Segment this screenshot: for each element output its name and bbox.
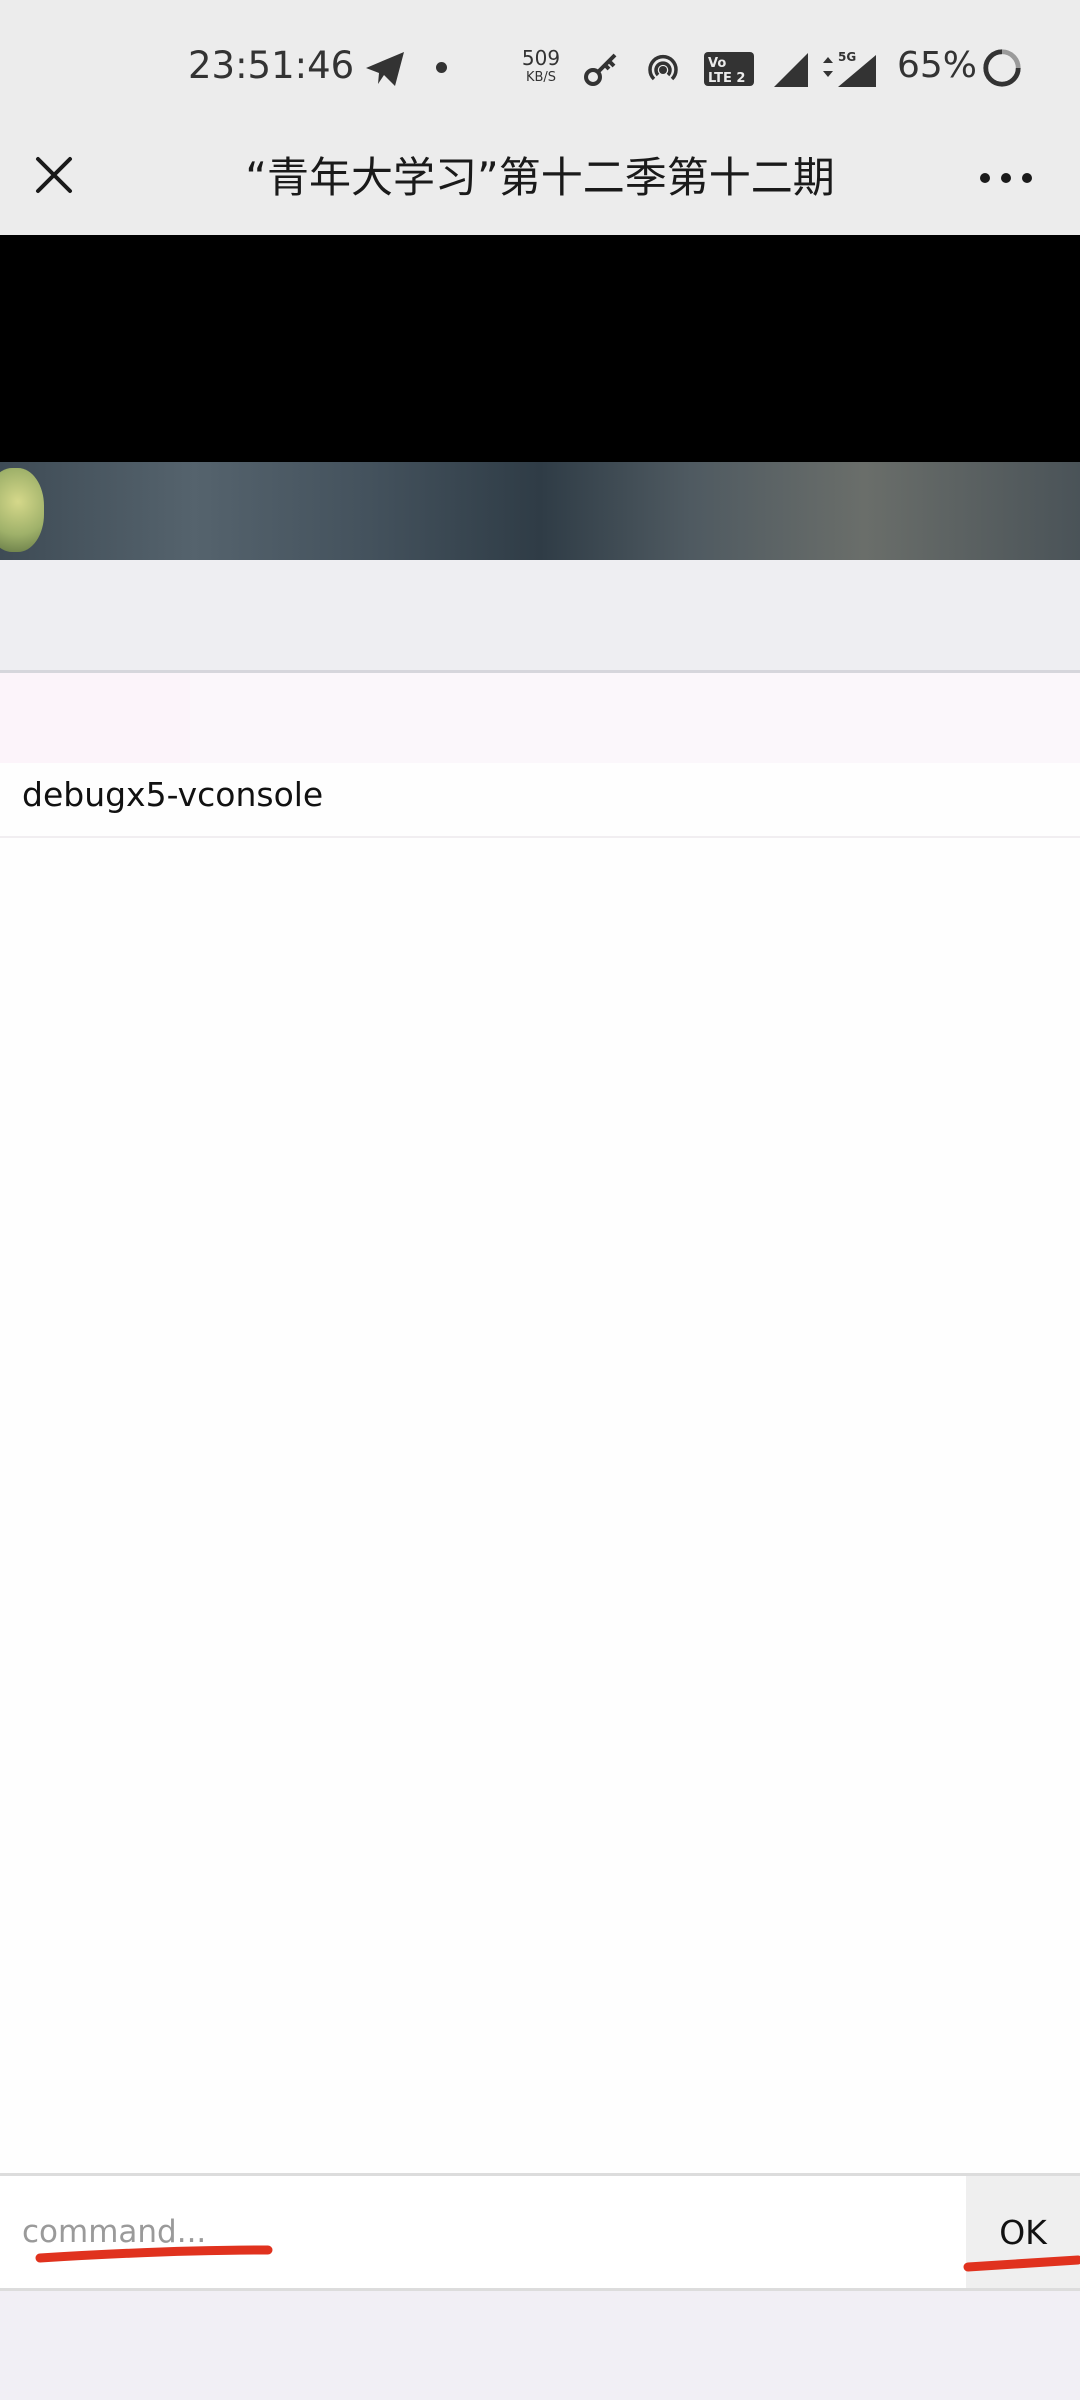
volte-lte2-icon: Vo LTE 2	[704, 52, 754, 86]
signal-icon	[774, 53, 808, 87]
close-icon[interactable]	[28, 149, 80, 201]
banner-image	[0, 462, 1080, 560]
ok-button[interactable]: OK	[966, 2176, 1080, 2288]
status-bar: 23:51:46 509 KB/S Vo LTE 2 5G 65%	[0, 0, 1080, 135]
banner-character	[0, 468, 44, 552]
svg-text:Vo: Vo	[708, 56, 726, 71]
battery-ring-icon	[983, 49, 1021, 87]
video-area[interactable]	[0, 235, 1080, 462]
svg-text:5G: 5G	[838, 50, 856, 64]
5g-signal-icon: 5G	[823, 50, 876, 87]
vconsole-toolbar	[0, 560, 1080, 673]
vconsole-log-panel: debugx5-vconsole	[0, 763, 1080, 2173]
telegram-icon	[366, 52, 404, 86]
key-icon	[584, 53, 617, 86]
log-line: debugx5-vconsole	[0, 763, 1080, 838]
page-title: “青年大学习”第十二季第十二期	[245, 153, 835, 202]
battery-percent: 65%	[897, 45, 978, 86]
notification-dot-icon	[436, 62, 447, 73]
command-input[interactable]	[0, 2176, 966, 2288]
more-icon[interactable]	[976, 161, 1036, 191]
net-speed: 509 KB/S	[521, 46, 561, 85]
bottom-area	[0, 2291, 1080, 2400]
title-bar: “青年大学习”第十二季第十二期	[0, 135, 1080, 235]
status-time: 23:51:46	[188, 44, 355, 87]
vconsole-tab-active[interactable]	[0, 673, 190, 763]
hotspot-icon	[648, 54, 678, 81]
vconsole-tabs	[0, 673, 1080, 763]
command-bar: OK	[0, 2173, 1080, 2291]
svg-text:LTE 2: LTE 2	[708, 71, 745, 86]
